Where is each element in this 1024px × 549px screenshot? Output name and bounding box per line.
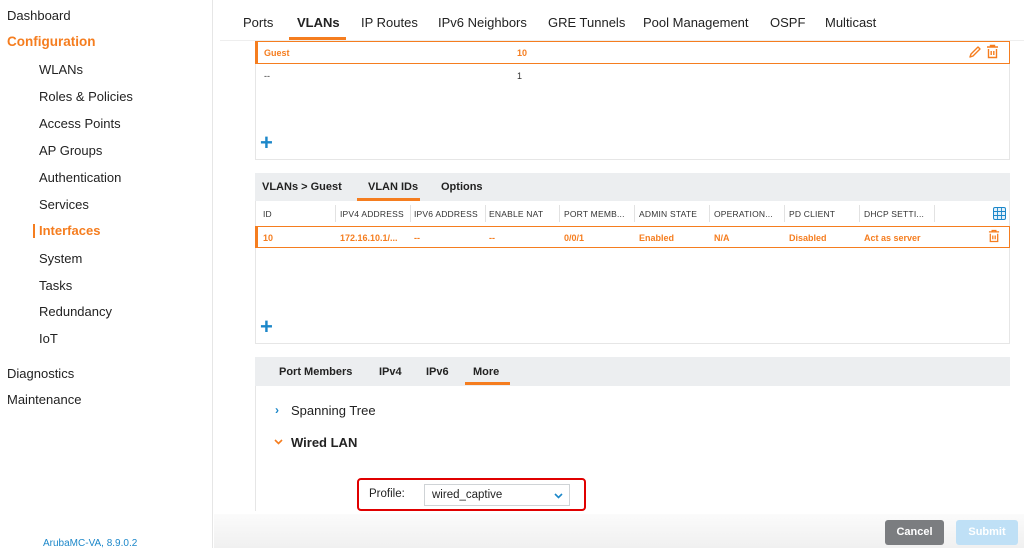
- tab-pool-management[interactable]: Pool Management: [643, 15, 749, 30]
- add-vlan-id-plus-icon[interactable]: +: [260, 316, 273, 338]
- section-label: Wired LAN: [291, 435, 358, 450]
- nav-tasks[interactable]: Tasks: [39, 278, 72, 293]
- column-divider: [335, 205, 336, 222]
- vlan-id: 10: [517, 48, 528, 58]
- cell-port-members: 0/0/1: [564, 233, 585, 243]
- cell-ipv4-address: 172.16.10.1/...: [340, 233, 398, 243]
- vlan-detail-header: VLANs > Guest VLAN IDs Options: [255, 173, 1010, 201]
- col-admin-state[interactable]: ADMIN STATE: [639, 209, 697, 219]
- tab-ports[interactable]: Ports: [243, 15, 273, 30]
- sidebar: Dashboard Configuration WLANs Roles & Po…: [0, 0, 213, 549]
- vlan-id: 1: [517, 71, 523, 81]
- trash-icon[interactable]: [988, 229, 1000, 243]
- col-enable-nat[interactable]: ENABLE NAT: [489, 209, 543, 219]
- col-dhcp-setting[interactable]: DHCP SETTI...: [864, 209, 924, 219]
- cell-id: 10: [263, 233, 274, 243]
- nav-system[interactable]: System: [39, 251, 82, 266]
- vlan-ids-table-header: ID IPV4 ADDRESS IPV6 ADDRESS ENABLE NAT …: [255, 201, 1010, 226]
- col-pd-client[interactable]: PD CLIENT: [789, 209, 835, 219]
- profile-value: wired_captive: [432, 489, 503, 501]
- nav-interfaces[interactable]: Interfaces: [32, 223, 100, 238]
- column-divider: [634, 205, 635, 222]
- col-operational-state[interactable]: OPERATION...: [714, 209, 773, 219]
- col-ipv4-address[interactable]: IPV4 ADDRESS: [340, 209, 404, 219]
- trash-icon[interactable]: [986, 44, 999, 59]
- vlan-row-default[interactable]: -- 1: [258, 64, 1010, 86]
- add-vlan-plus-icon[interactable]: +: [260, 132, 273, 154]
- tab-more[interactable]: More: [473, 366, 499, 378]
- cell-admin-state: Enabled: [639, 233, 675, 243]
- nav-access-points[interactable]: Access Points: [39, 116, 121, 131]
- tab-multicast[interactable]: Multicast: [825, 15, 876, 30]
- column-divider: [784, 205, 785, 222]
- tab-ipv6[interactable]: IPv6: [426, 366, 449, 378]
- interface-tabs: Ports VLANs IP Routes IPv6 Neighbors GRE…: [214, 0, 1024, 41]
- cell-pd-client: Disabled: [789, 233, 827, 243]
- tab-port-members[interactable]: Port Members: [279, 366, 352, 378]
- column-divider: [709, 205, 710, 222]
- nav-iot[interactable]: IoT: [39, 331, 58, 346]
- pencil-icon[interactable]: [968, 45, 982, 59]
- nav-configuration[interactable]: Configuration: [7, 34, 95, 49]
- chevron-down-icon: [554, 493, 563, 499]
- section-wired-lan[interactable]: Wired LAN: [274, 434, 474, 452]
- cancel-button[interactable]: Cancel: [885, 520, 944, 545]
- profile-select[interactable]: wired_captive: [424, 484, 570, 506]
- grid-icon[interactable]: [993, 207, 1006, 220]
- main-content: Ports VLANs IP Routes IPv6 Neighbors GRE…: [214, 0, 1024, 548]
- tab-ip-routes[interactable]: IP Routes: [361, 15, 418, 30]
- submit-button[interactable]: Submit: [956, 520, 1018, 545]
- chevron-down-icon: [274, 439, 283, 445]
- vlan-name: Guest: [264, 48, 290, 58]
- profile-label: Profile:: [369, 488, 405, 500]
- nav-diagnostics[interactable]: Diagnostics: [7, 366, 74, 381]
- active-subtab-indicator: [465, 382, 510, 385]
- nav-roles-policies[interactable]: Roles & Policies: [39, 89, 133, 104]
- tab-ipv6-neighbors[interactable]: IPv6 Neighbors: [438, 15, 527, 30]
- cell-ipv6-address: --: [414, 233, 420, 243]
- vlan-id-row[interactable]: 10 172.16.10.1/... -- -- 0/0/1 Enabled N…: [255, 226, 1010, 248]
- nav-redundancy[interactable]: Redundancy: [39, 304, 112, 319]
- nav-authentication[interactable]: Authentication: [39, 170, 121, 185]
- nav-maintenance[interactable]: Maintenance: [7, 392, 81, 407]
- footer-bar: Cancel Submit: [214, 514, 1024, 548]
- tab-ospf[interactable]: OSPF: [770, 15, 805, 30]
- tab-vlan-ids[interactable]: VLAN IDs: [368, 181, 418, 193]
- column-divider: [485, 205, 486, 222]
- nav-wlans[interactable]: WLANs: [39, 62, 83, 77]
- cell-enable-nat: --: [489, 233, 495, 243]
- column-divider: [410, 205, 411, 222]
- version-label: ArubaMC-VA, 8.9.0.2: [43, 538, 138, 549]
- vlan-row-guest[interactable]: Guest 10: [255, 41, 1010, 64]
- col-id[interactable]: ID: [263, 209, 272, 219]
- vlan-name: --: [264, 71, 270, 81]
- nav-services[interactable]: Services: [39, 197, 89, 212]
- vlan-id-detail-header: Port Members IPv4 IPv6 More: [255, 357, 1010, 386]
- col-port-members[interactable]: PORT MEMB...: [564, 209, 625, 219]
- column-divider: [859, 205, 860, 222]
- vlan-ids-table-body: [255, 248, 1010, 344]
- col-ipv6-address[interactable]: IPV6 ADDRESS: [414, 209, 478, 219]
- profile-highlight-box: Profile: wired_captive: [357, 478, 586, 511]
- tab-gre-tunnels[interactable]: GRE Tunnels: [548, 15, 625, 30]
- section-label: Spanning Tree: [291, 403, 376, 418]
- chevron-right-icon: ›: [275, 403, 279, 417]
- column-divider: [559, 205, 560, 222]
- column-divider: [934, 205, 935, 222]
- nav-ap-groups[interactable]: AP Groups: [39, 143, 102, 158]
- tab-ipv4[interactable]: IPv4: [379, 366, 402, 378]
- cell-operational-state: N/A: [714, 233, 730, 243]
- nav-dashboard[interactable]: Dashboard: [7, 8, 71, 23]
- tab-options[interactable]: Options: [441, 181, 483, 193]
- cell-dhcp-setting: Act as server: [864, 233, 921, 243]
- tab-vlans[interactable]: VLANs: [297, 15, 340, 30]
- vlan-breadcrumb[interactable]: VLANs > Guest: [262, 181, 342, 193]
- section-spanning-tree[interactable]: › Spanning Tree: [274, 402, 474, 420]
